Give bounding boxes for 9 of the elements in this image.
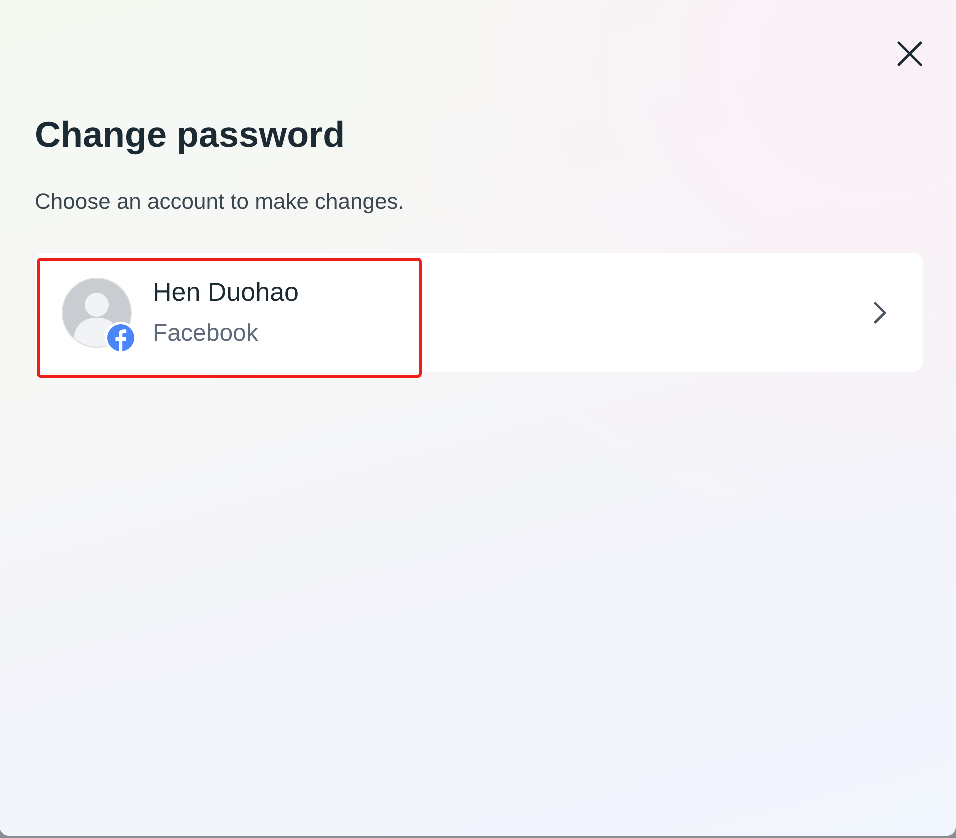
dialog-subtitle: Choose an account to make changes. <box>35 188 406 216</box>
chevron-right-icon <box>873 300 888 324</box>
close-icon <box>896 40 924 68</box>
close-button[interactable] <box>896 40 924 68</box>
account-card[interactable]: Hen Duohao Facebook <box>35 253 923 372</box>
dialog-title: Change password <box>35 113 346 157</box>
platform-label: Facebook <box>153 319 260 349</box>
f-badge-icon <box>105 322 137 354</box>
account-name: Hen Duohao <box>153 276 300 309</box>
